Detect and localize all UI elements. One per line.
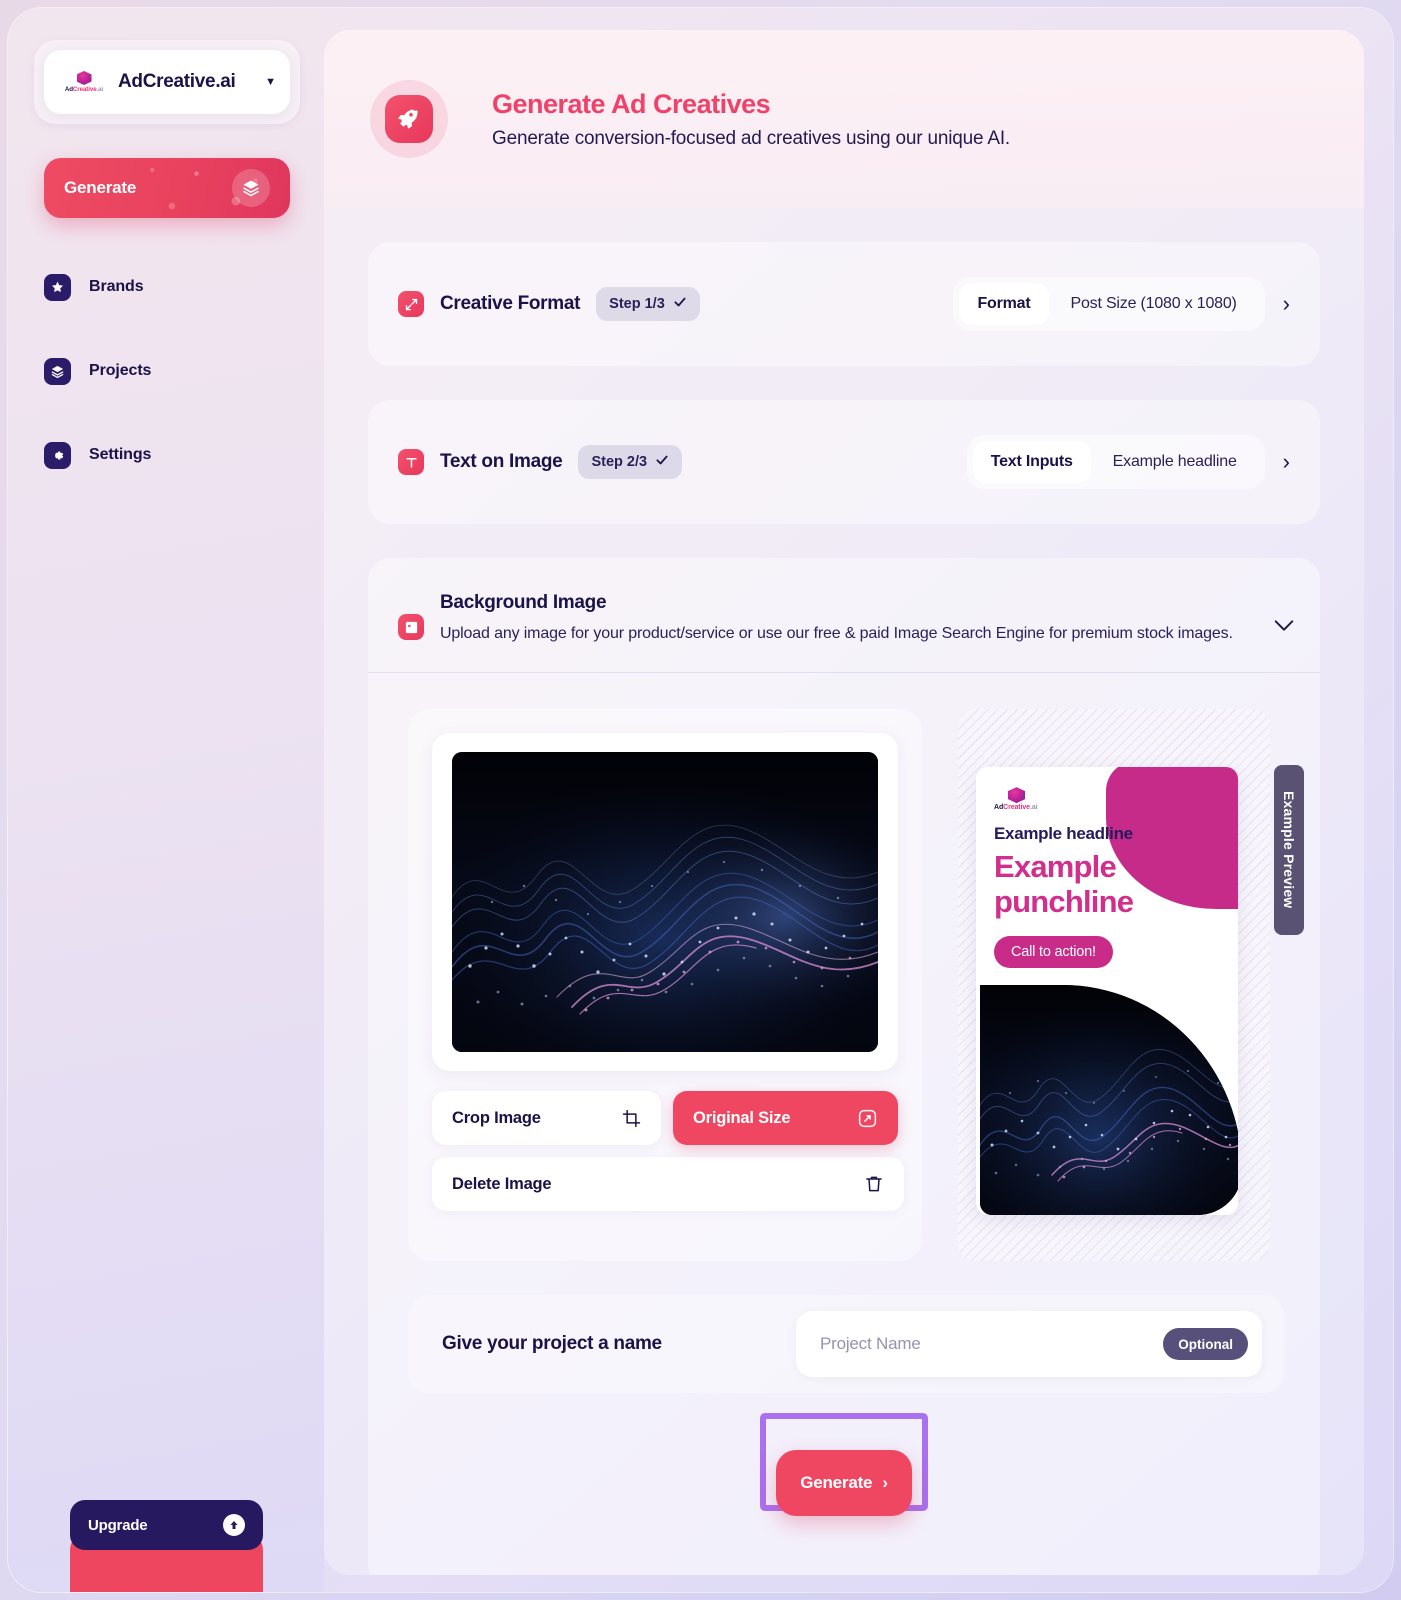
example-preview-card[interactable]: AdCreative.ai Example headline Example p… <box>976 767 1238 1216</box>
background-image-section: Background Image Upload any image for yo… <box>368 558 1320 1575</box>
pill-value: Post Size (1080 x 1080) <box>1070 295 1237 312</box>
main-panel: Generate Ad Creatives Generate conversio… <box>324 30 1364 1575</box>
preview-punchline-line2: punchline <box>994 884 1134 920</box>
gear-icon <box>44 441 71 469</box>
example-preview-area: AdCreative.ai Example headline Example p… <box>958 709 1304 1262</box>
sidebar-item-label: Projects <box>89 362 152 379</box>
page-title: Generate Ad Creatives <box>492 88 771 119</box>
optional-badge: Optional <box>1163 1328 1248 1361</box>
chevron-right-icon: › <box>882 1473 888 1493</box>
status-badge: Step 1/3 <box>596 287 700 321</box>
preview-punchline-line1: Example <box>994 849 1117 885</box>
section-description: Upload any image for your product/servic… <box>440 625 1233 642</box>
example-preview-tab-label: Example Preview <box>1281 791 1297 909</box>
layers-icon <box>232 169 270 207</box>
check-icon <box>673 295 687 314</box>
background-image-header[interactable]: Background Image Upload any image for yo… <box>368 558 1320 674</box>
original-size-label: Original Size <box>692 1108 791 1127</box>
status-badge: Step 2/3 <box>578 445 683 479</box>
example-preview-tab[interactable]: Example Preview <box>1274 765 1304 936</box>
crop-icon <box>622 1109 641 1128</box>
resize-icon <box>857 1108 878 1129</box>
upgrade-button[interactable]: Upgrade <box>70 1500 263 1550</box>
text-on-image-row[interactable]: Text on Image Step 2/3 Text Inputs Examp… <box>368 400 1320 524</box>
layers-icon <box>44 357 71 385</box>
main-body: Creative Format Step 1/3 Format Post Siz… <box>324 242 1364 1575</box>
sidebar-item-label: Brands <box>89 278 144 295</box>
page-header: Generate Ad Creatives Generate conversio… <box>324 30 1364 208</box>
brand-name: AdCreative.ai <box>118 71 236 92</box>
crop-image-label: Crop Image <box>452 1108 541 1127</box>
hexagon-logo-icon <box>76 71 92 85</box>
preview-cta-button: Call to action! <box>994 935 1113 968</box>
preview-headline: Example headline <box>994 824 1133 844</box>
sidebar-item-projects[interactable]: Projects <box>44 349 290 393</box>
project-name-row: Give your project a name Project Name Op… <box>408 1295 1284 1394</box>
step-badge-label: Step 1/3 <box>609 296 665 312</box>
section-title: Background Image <box>440 592 607 613</box>
preview-photo <box>980 985 1238 1216</box>
image-action-row: Crop Image Original Size <box>432 1091 898 1146</box>
chevron-down-icon[interactable] <box>1274 616 1294 636</box>
sidebar-item-label: Settings <box>89 446 152 463</box>
check-icon <box>655 453 669 472</box>
sidebar: AdCreative.ai AdCreative.ai ▼ Generate B… <box>8 8 324 1592</box>
sidebar-item-label: Generate <box>64 178 137 197</box>
original-size-button[interactable]: Original Size <box>672 1091 898 1146</box>
background-image-content: Crop Image Original Size Delete Image Ad… <box>368 673 1320 1262</box>
upgrade-label: Upgrade <box>88 1516 148 1534</box>
delete-image-label: Delete Image <box>452 1174 552 1193</box>
crop-image-button[interactable]: Crop Image <box>432 1091 661 1146</box>
pill-key: Text Inputs <box>972 441 1091 483</box>
preview-photo-mask <box>980 985 1238 1216</box>
brand-selector[interactable]: AdCreative.ai AdCreative.ai ▼ <box>44 50 290 114</box>
adcreative-logo: AdCreative.ai <box>58 64 110 100</box>
text-t-icon <box>398 449 424 475</box>
image-icon <box>398 614 424 640</box>
star-icon <box>44 273 71 301</box>
step-badge-label: Step 2/3 <box>591 454 648 470</box>
image-frame <box>432 733 898 1072</box>
project-name-input[interactable]: Project Name Optional <box>796 1311 1262 1378</box>
project-name-placeholder: Project Name <box>820 1334 921 1354</box>
trash-icon <box>864 1174 884 1194</box>
sidebar-item-settings[interactable]: Settings <box>44 433 290 477</box>
chevron-right-icon[interactable]: › <box>1279 451 1294 473</box>
chevron-down-icon[interactable]: ▼ <box>265 76 276 88</box>
header-icon-halo <box>370 80 448 158</box>
generate-cta-zone: Generate › <box>368 1393 1320 1553</box>
step-title: Text on Image <box>440 451 563 472</box>
format-value-pill[interactable]: Format Post Size (1080 x 1080) <box>953 277 1265 331</box>
generate-button-label: Generate <box>800 1473 873 1493</box>
text-inputs-value-pill[interactable]: Text Inputs Example headline <box>966 435 1265 489</box>
app-window: AdCreative.ai AdCreative.ai ▼ Generate B… <box>8 8 1393 1592</box>
image-editor-panel: Crop Image Original Size Delete Image <box>408 709 922 1262</box>
step-title: Creative Format <box>440 293 581 314</box>
brand-logo-text: AdCreative.ai <box>64 86 104 93</box>
upgrade-area: Upgrade <box>70 1472 263 1592</box>
uploaded-image[interactable] <box>452 752 878 1053</box>
expand-arrows-icon <box>398 291 424 317</box>
sidebar-item-brands[interactable]: Brands <box>44 265 290 309</box>
preview-logo: AdCreative.ai <box>994 787 1054 811</box>
page-subtitle: Generate conversion-focused ad creatives… <box>492 127 1011 149</box>
preview-logo-text: AdCreative.ai <box>994 804 1038 812</box>
hexagon-logo-icon <box>1008 787 1025 804</box>
sidebar-item-generate[interactable]: Generate <box>44 158 290 218</box>
delete-image-button[interactable]: Delete Image <box>432 1157 904 1212</box>
chevron-right-icon[interactable]: › <box>1279 293 1294 315</box>
arrow-up-circle-icon <box>223 1514 245 1536</box>
generate-button[interactable]: Generate › <box>776 1450 912 1517</box>
pill-key: Format <box>959 283 1049 325</box>
pill-value: Example headline <box>1112 453 1237 470</box>
project-name-label: Give your project a name <box>442 1333 662 1355</box>
rocket-icon <box>385 95 433 143</box>
creative-format-row[interactable]: Creative Format Step 1/3 Format Post Siz… <box>368 242 1320 366</box>
preview-punchline: Example punchline <box>994 849 1220 920</box>
